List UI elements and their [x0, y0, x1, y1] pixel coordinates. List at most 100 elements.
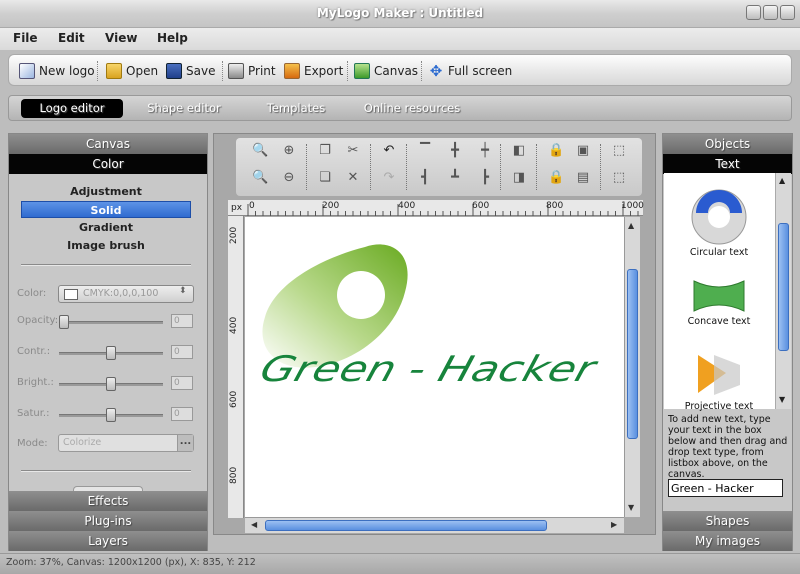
transform-icon[interactable]: ⬚ — [612, 144, 626, 158]
fill-option-adjustment[interactable]: Adjustment — [21, 183, 191, 200]
menu-help[interactable]: Help — [157, 31, 188, 45]
zoom-to-fit-icon[interactable]: 🔍 — [252, 144, 268, 158]
spinner-arrows-icon[interactable]: ⬍ — [179, 286, 187, 296]
slider-knob[interactable] — [106, 377, 116, 391]
list-scrollbar[interactable]: ▲ ▼ — [775, 173, 791, 409]
redo-icon[interactable]: ↷ — [382, 171, 396, 185]
group-icon[interactable]: ▣ — [576, 144, 590, 158]
zoom-actual-icon[interactable]: 🔍 — [252, 171, 268, 185]
list-item[interactable]: Projective text — [664, 351, 774, 412]
minimize-button[interactable] — [746, 5, 761, 20]
list-item[interactable]: Concave text — [664, 273, 774, 333]
align-middle-icon[interactable]: ┻ — [448, 171, 462, 185]
mode-browse-button[interactable]: ... — [177, 435, 193, 451]
objects-section-header[interactable]: Objects — [663, 134, 792, 154]
undo-icon[interactable]: ↶ — [382, 144, 396, 158]
slider-knob[interactable] — [59, 315, 69, 329]
arrows-expand-icon: ✥ — [429, 62, 443, 80]
send-backward-icon[interactable]: ◨ — [512, 171, 526, 185]
logo-text[interactable]: Green - Hacker — [255, 348, 602, 390]
bring-forward-icon[interactable]: ◧ — [512, 144, 526, 158]
export-button[interactable]: Export — [284, 61, 343, 81]
zoom-in-icon[interactable]: ⊕ — [282, 144, 296, 158]
vertical-scrollbar[interactable]: ▲ ▼ — [624, 217, 640, 517]
opacity-value[interactable]: 0 — [171, 314, 193, 328]
fill-option-image-brush[interactable]: Image brush — [21, 237, 191, 254]
plugins-section-header[interactable]: Plug-ins — [9, 511, 207, 531]
align-center-icon[interactable]: ╋ — [448, 144, 462, 158]
save-button[interactable]: Save — [166, 61, 215, 81]
maximize-button[interactable] — [763, 5, 778, 20]
shapes-section-header[interactable]: Shapes — [663, 511, 792, 531]
design-canvas[interactable]: Green - Hacker — [245, 217, 624, 517]
tool-separator — [406, 144, 407, 190]
list-item[interactable]: Circular text — [664, 183, 774, 263]
brightness-value[interactable]: 0 — [171, 376, 193, 390]
brightness-slider[interactable] — [59, 377, 163, 391]
align-left-icon[interactable]: ┫ — [418, 171, 432, 185]
tab-shape-editor[interactable]: Shape editor — [139, 99, 229, 118]
crop-icon[interactable]: ⬚ — [612, 171, 626, 185]
fill-option-gradient[interactable]: Gradient — [21, 219, 191, 236]
new-logo-button[interactable]: New logo — [19, 61, 95, 81]
open-button[interactable]: Open — [106, 61, 158, 81]
vertical-ruler: 200 400 600 800 — [228, 216, 244, 518]
delete-icon[interactable]: ✕ — [346, 171, 360, 185]
ruler-tick-label: 400 — [229, 316, 239, 334]
logo-artwork[interactable]: Green - Hacker — [245, 217, 624, 517]
canvas-section-header[interactable]: Canvas — [9, 134, 207, 154]
scroll-up-icon[interactable]: ▲ — [628, 221, 634, 230]
my-images-section-header[interactable]: My images — [663, 531, 792, 551]
scroll-down-icon[interactable]: ▼ — [628, 503, 634, 512]
new-logo-icon — [19, 63, 35, 79]
toolbar-separator — [97, 61, 98, 81]
paste-icon[interactable]: ❏ — [318, 171, 332, 185]
menu-file[interactable]: File — [13, 31, 38, 45]
scroll-thumb[interactable] — [778, 223, 789, 351]
lock-icon[interactable]: 🔒 — [548, 144, 564, 158]
scroll-thumb[interactable] — [627, 269, 638, 439]
color-section-header[interactable]: Color — [9, 154, 207, 174]
slider-knob[interactable] — [106, 408, 116, 422]
text-entry-field[interactable] — [668, 479, 783, 497]
horizontal-scrollbar[interactable]: ◀ ▶ — [245, 517, 624, 533]
align-right-icon[interactable]: ┣ — [478, 171, 492, 185]
contrast-value[interactable]: 0 — [171, 345, 193, 359]
scroll-down-icon[interactable]: ▼ — [779, 395, 785, 404]
scroll-up-icon[interactable]: ▲ — [779, 176, 785, 185]
saturation-value[interactable]: 0 — [171, 407, 193, 421]
ungroup-icon[interactable]: ▤ — [576, 171, 590, 185]
opacity-slider[interactable] — [59, 315, 163, 329]
color-picker[interactable]: CMYK:0,0,0,100 ⬍ — [58, 285, 194, 303]
cut-icon[interactable]: ✂ — [346, 144, 360, 158]
divider — [21, 470, 191, 472]
layers-section-header[interactable]: Layers — [9, 531, 207, 551]
scroll-thumb[interactable] — [265, 520, 547, 531]
canvas-button[interactable]: Canvas — [354, 61, 418, 81]
title-bar: MyLogo Maker : Untitled — [0, 0, 800, 28]
tab-online-resources[interactable]: Online resources — [359, 99, 465, 118]
fill-option-solid[interactable]: Solid — [21, 201, 191, 218]
tool-separator — [500, 144, 501, 190]
saturation-slider[interactable] — [59, 408, 163, 422]
tab-templates[interactable]: Templates — [251, 99, 341, 118]
tool-separator — [306, 144, 307, 190]
close-button[interactable] — [780, 5, 795, 20]
menu-edit[interactable]: Edit — [58, 31, 85, 45]
slider-knob[interactable] — [106, 346, 116, 360]
print-button[interactable]: Print — [228, 61, 276, 81]
scroll-left-icon[interactable]: ◀ — [251, 520, 257, 529]
copy-icon[interactable]: ❐ — [318, 144, 332, 158]
mode-select[interactable]: Colorize ... — [58, 434, 194, 452]
zoom-out-icon[interactable]: ⊖ — [282, 171, 296, 185]
tab-logo-editor[interactable]: Logo editor — [21, 99, 123, 118]
align-bottom-icon[interactable]: ┿ — [478, 144, 492, 158]
menu-view[interactable]: View — [105, 31, 137, 45]
contrast-slider[interactable] — [59, 346, 163, 360]
scroll-right-icon[interactable]: ▶ — [611, 520, 617, 529]
full-screen-button[interactable]: ✥ Full screen — [428, 61, 513, 81]
unlock-icon[interactable]: 🔒 — [548, 171, 564, 185]
effects-section-header[interactable]: Effects — [9, 491, 207, 511]
text-section-header[interactable]: Text — [663, 154, 792, 174]
align-top-icon[interactable]: ▔ — [418, 144, 432, 158]
